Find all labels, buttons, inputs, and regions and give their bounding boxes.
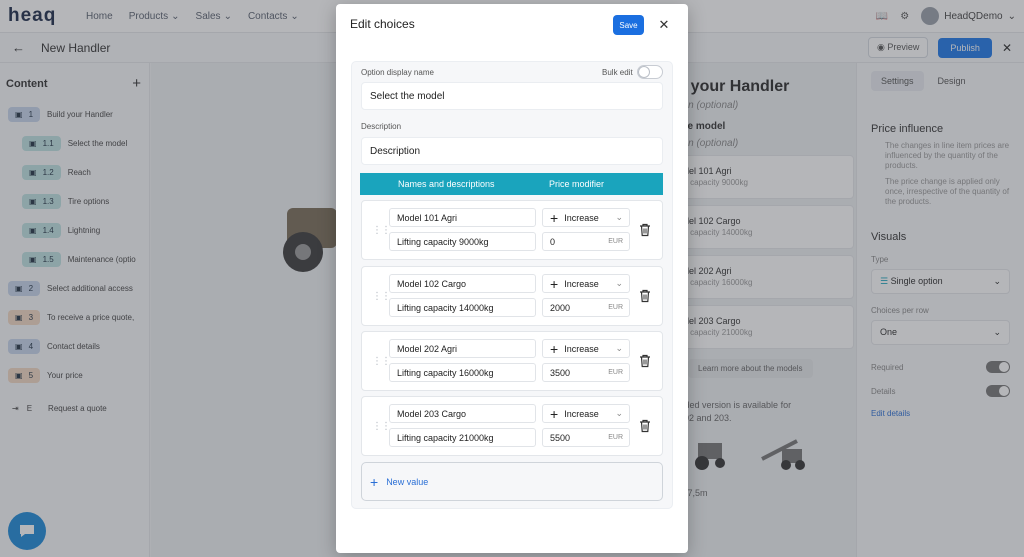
option-display-name-label: Option display name [361, 68, 434, 77]
option-display-name-input[interactable]: Select the model [361, 82, 663, 110]
close-icon[interactable]: ✕ [654, 15, 674, 35]
choice-description-input[interactable]: Lifting capacity 14000kg [389, 298, 536, 317]
bulk-edit-label: Bulk edit [602, 68, 633, 77]
price-input[interactable]: 2000 EUR [542, 298, 630, 317]
price-input[interactable]: 5500 EUR [542, 428, 630, 447]
choice-description-input[interactable]: Lifting capacity 16000kg [389, 363, 536, 382]
plus-icon: + [550, 275, 559, 292]
drag-handle-icon[interactable]: ⋮⋮ [372, 225, 391, 236]
choice-name-input[interactable]: Model 203 Cargo [389, 404, 536, 423]
trash-icon[interactable] [639, 354, 651, 368]
choice-description-input[interactable]: Lifting capacity 21000kg [389, 428, 536, 447]
plus-icon: + [370, 473, 379, 490]
description-label: Description [361, 122, 402, 131]
price-input[interactable]: 0 EUR [542, 232, 630, 251]
plus-icon: + [550, 340, 559, 357]
chevron-down-icon: ⌄ [615, 278, 623, 288]
col-names: Names and descriptions [398, 179, 495, 189]
modal-title: Edit choices [350, 17, 415, 31]
description-input[interactable]: Description [361, 137, 663, 165]
plus-icon: + [550, 405, 559, 422]
choice-name-input[interactable]: Model 202 Agri [389, 339, 536, 358]
choice-row: ⋮⋮ Model 203 Cargo Lifting capacity 21000k… [361, 396, 663, 456]
trash-icon[interactable] [639, 289, 651, 303]
drag-handle-icon[interactable]: ⋮⋮ [372, 421, 391, 432]
new-value-button[interactable]: + New value [361, 462, 663, 501]
choice-description-input[interactable]: Lifting capacity 9000kg [389, 232, 536, 251]
drag-handle-icon[interactable]: ⋮⋮ [372, 291, 391, 302]
trash-icon[interactable] [639, 419, 651, 433]
price-modifier-select[interactable]: + Increase ⌄ [542, 339, 630, 358]
col-price: Price modifier [549, 179, 605, 189]
choice-row: ⋮⋮ Model 102 Cargo Lifting capacity 14000k… [361, 266, 663, 326]
choice-row: ⋮⋮ Model 101 Agri Lifting capacity 9000kg +… [361, 200, 663, 260]
save-button[interactable]: Save [613, 15, 644, 35]
chevron-down-icon: ⌄ [615, 212, 623, 222]
drag-handle-icon[interactable]: ⋮⋮ [372, 356, 391, 367]
price-input[interactable]: 3500 EUR [542, 363, 630, 382]
choice-row: ⋮⋮ Model 202 Agri Lifting capacity 16000kg… [361, 331, 663, 391]
plus-icon: + [550, 209, 559, 226]
bulk-edit-toggle[interactable] [637, 65, 663, 79]
price-modifier-select[interactable]: + Increase ⌄ [542, 274, 630, 293]
chevron-down-icon: ⌄ [615, 408, 623, 418]
choice-name-input[interactable]: Model 101 Agri [389, 208, 536, 227]
price-modifier-select[interactable]: + Increase ⌄ [542, 208, 630, 227]
trash-icon[interactable] [639, 223, 651, 237]
price-modifier-select[interactable]: + Increase ⌄ [542, 404, 630, 423]
choice-name-input[interactable]: Model 102 Cargo [389, 274, 536, 293]
chevron-down-icon: ⌄ [615, 343, 623, 353]
choices-table-header: Names and descriptions Price modifier [360, 173, 663, 195]
